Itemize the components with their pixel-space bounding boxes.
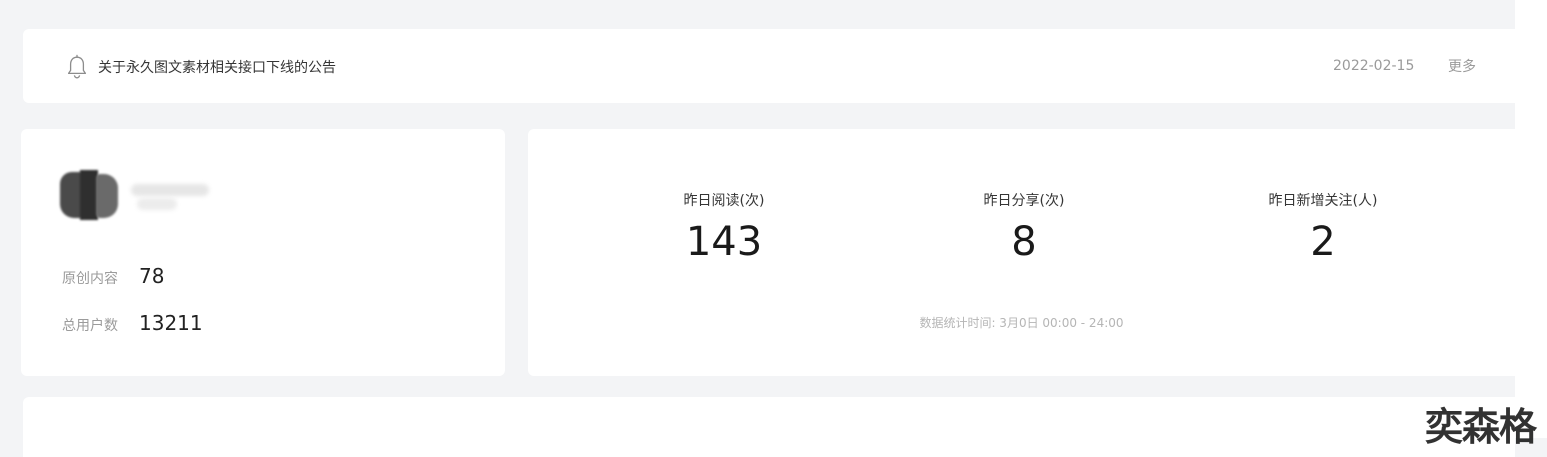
metric-new-followers: 昨日新增关注(人) 2: [1203, 190, 1443, 264]
total-users-value: 13211: [139, 311, 203, 335]
metric-shares-value: 8: [1011, 219, 1037, 265]
right-edge-strip: [1515, 0, 1547, 438]
total-users-label: 总用户数: [62, 318, 118, 334]
metric-reads: 昨日阅读(次) 143: [604, 190, 844, 264]
bell-icon: [66, 54, 88, 80]
account-card: [21, 129, 505, 376]
metric-new-followers-label: 昨日新增关注(人): [1268, 193, 1378, 209]
original-content-label: 原创内容: [62, 271, 118, 287]
metric-reads-label: 昨日阅读(次): [683, 193, 765, 209]
next-section-card: [23, 397, 1515, 457]
notice-link[interactable]: 关于永久图文素材相关接口下线的公告: [98, 57, 336, 77]
metric-shares: 昨日分享(次) 8: [904, 190, 1144, 264]
original-content-value: 78: [139, 264, 165, 288]
notice-more-link[interactable]: 更多: [1448, 56, 1476, 76]
metric-shares-label: 昨日分享(次): [983, 193, 1065, 209]
stats-time-footnote: 数据统计时间: 3月0日 00:00 - 24:00: [919, 316, 1124, 330]
account-name-blurred[interactable]: [131, 184, 211, 212]
metric-reads-value: 143: [685, 219, 763, 265]
notice-date: 2022-02-15: [1333, 58, 1415, 74]
watermark-logo: 奕森格: [1425, 405, 1537, 449]
metric-new-followers-value: 2: [1310, 219, 1336, 265]
avatar[interactable]: [60, 170, 122, 222]
